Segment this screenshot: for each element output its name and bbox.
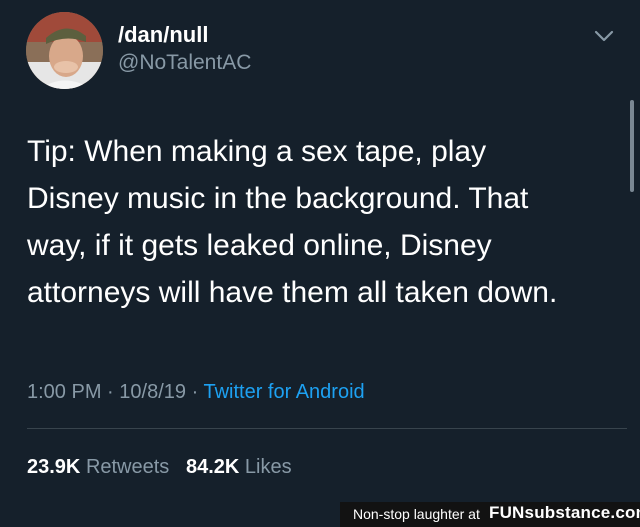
likes-stat[interactable]: 84.2K Likes (186, 456, 292, 478)
tweet-text-line: Disney music in the background. That (27, 182, 529, 215)
tweet-source-link[interactable]: Twitter for Android (203, 381, 364, 403)
retweets-count: 23.9K (27, 456, 81, 478)
likes-label: Likes (244, 456, 292, 478)
meta-separator: · (107, 381, 114, 403)
user-handle[interactable]: @NoTalentAC (118, 51, 251, 75)
meta-separator: · (191, 381, 199, 403)
tweet-text-line: attorneys will have them all taken down. (27, 276, 558, 309)
tweet-meta: 1:00 PM · 10/8/19 · Twitter for Android (27, 381, 365, 404)
tweet-time: 1:00 PM (27, 381, 102, 403)
chevron-down-icon[interactable] (591, 26, 617, 46)
divider (27, 428, 627, 429)
avatar[interactable] (26, 12, 103, 89)
likes-count: 84.2K (185, 456, 240, 478)
tweet-text-line: Tip: When making a sex tape, play (27, 135, 487, 168)
watermark-text: Non-stop laughter at (353, 506, 480, 522)
tweet-date: 10/8/19 (119, 381, 187, 403)
profile-photo (26, 12, 103, 89)
scrollbar[interactable] (630, 100, 634, 192)
retweets-label: Retweets (85, 456, 170, 478)
tweet-stats: 23.9K Retweets 84.2K Likes (27, 456, 292, 479)
tweet-text-line: way, if it gets leaked online, Disney (27, 229, 492, 262)
watermark-brand: FUNsubstance.com (489, 503, 640, 522)
retweets-stat[interactable]: 23.9K Retweets (27, 456, 169, 478)
display-name[interactable]: /dan/null (118, 22, 208, 48)
tweet-text: Tip: When making a sex tape, play Disney… (27, 128, 627, 316)
